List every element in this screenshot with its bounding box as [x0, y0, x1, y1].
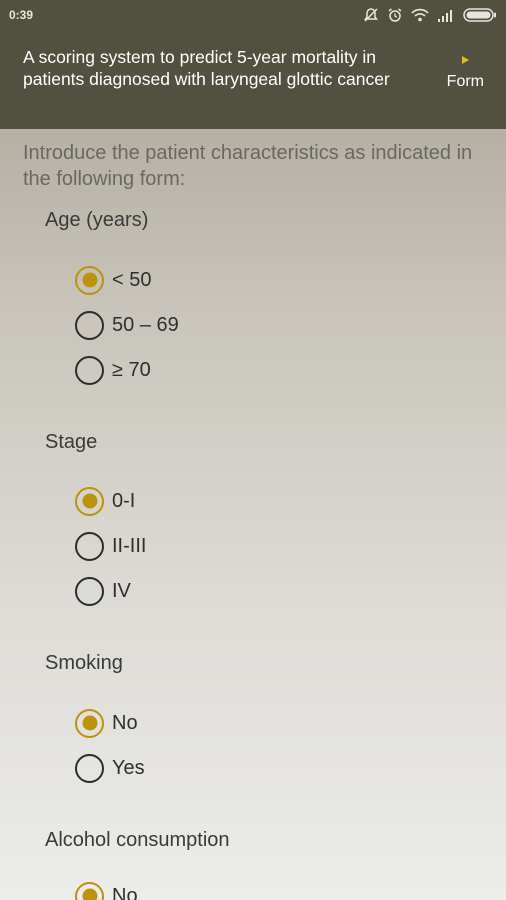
- radio-button[interactable]: [75, 576, 104, 606]
- option-label: Yes: [112, 756, 145, 779]
- battery-icon: [463, 8, 496, 22]
- radio-button[interactable]: [75, 881, 104, 900]
- age-option-70-plus[interactable]: ≥ 70: [75, 354, 151, 386]
- option-label: 50 – 69: [112, 313, 179, 336]
- form-button-label: Form: [446, 73, 484, 90]
- play-arrow-icon: [461, 56, 469, 64]
- status-icons: [363, 7, 497, 23]
- page-title: A scoring system to predict 5-year morta…: [23, 47, 390, 89]
- age-option-50-69[interactable]: 50 – 69: [75, 309, 179, 341]
- alcohol-section-label: Alcohol consumption: [45, 829, 230, 851]
- option-label: No: [112, 884, 138, 900]
- radio-button[interactable]: [75, 265, 104, 295]
- intro-text: Introduce the patient characteristics as…: [23, 142, 473, 190]
- radio-button[interactable]: [75, 531, 104, 561]
- smoking-section-label: Smoking: [45, 652, 123, 674]
- wifi-icon: [411, 8, 429, 22]
- app-bar: A scoring system to predict 5-year morta…: [0, 30, 506, 129]
- status-time: 0:39: [9, 8, 34, 22]
- stage-option-iv[interactable]: IV: [75, 575, 131, 607]
- notifications-off-icon: [364, 8, 378, 22]
- radio-button[interactable]: [75, 310, 104, 340]
- signal-icon: [438, 10, 452, 22]
- option-label: II-III: [112, 534, 147, 557]
- smoking-option-yes[interactable]: Yes: [75, 752, 145, 784]
- alcohol-option-no[interactable]: No: [75, 880, 138, 900]
- option-label: No: [112, 711, 138, 734]
- smoking-option-no[interactable]: No: [75, 707, 138, 739]
- option-label: 0-I: [112, 489, 136, 512]
- option-label: ≥ 70: [112, 358, 151, 381]
- age-section-label: Age (years): [45, 209, 149, 231]
- age-option-under-50[interactable]: < 50: [75, 264, 151, 296]
- status-bar: 0:39: [0, 0, 506, 30]
- stage-option-0-i[interactable]: 0-I: [75, 485, 135, 517]
- option-label: IV: [112, 579, 131, 602]
- option-label: < 50: [112, 268, 152, 291]
- radio-button[interactable]: [75, 355, 104, 385]
- stage-section-label: Stage: [45, 431, 98, 453]
- radio-button[interactable]: [75, 708, 104, 738]
- radio-button[interactable]: [75, 486, 104, 516]
- alarm-icon: [388, 8, 402, 22]
- form-button[interactable]: Form: [447, 56, 484, 91]
- radio-button[interactable]: [75, 753, 104, 783]
- stage-option-ii-iii[interactable]: II-III: [75, 530, 146, 562]
